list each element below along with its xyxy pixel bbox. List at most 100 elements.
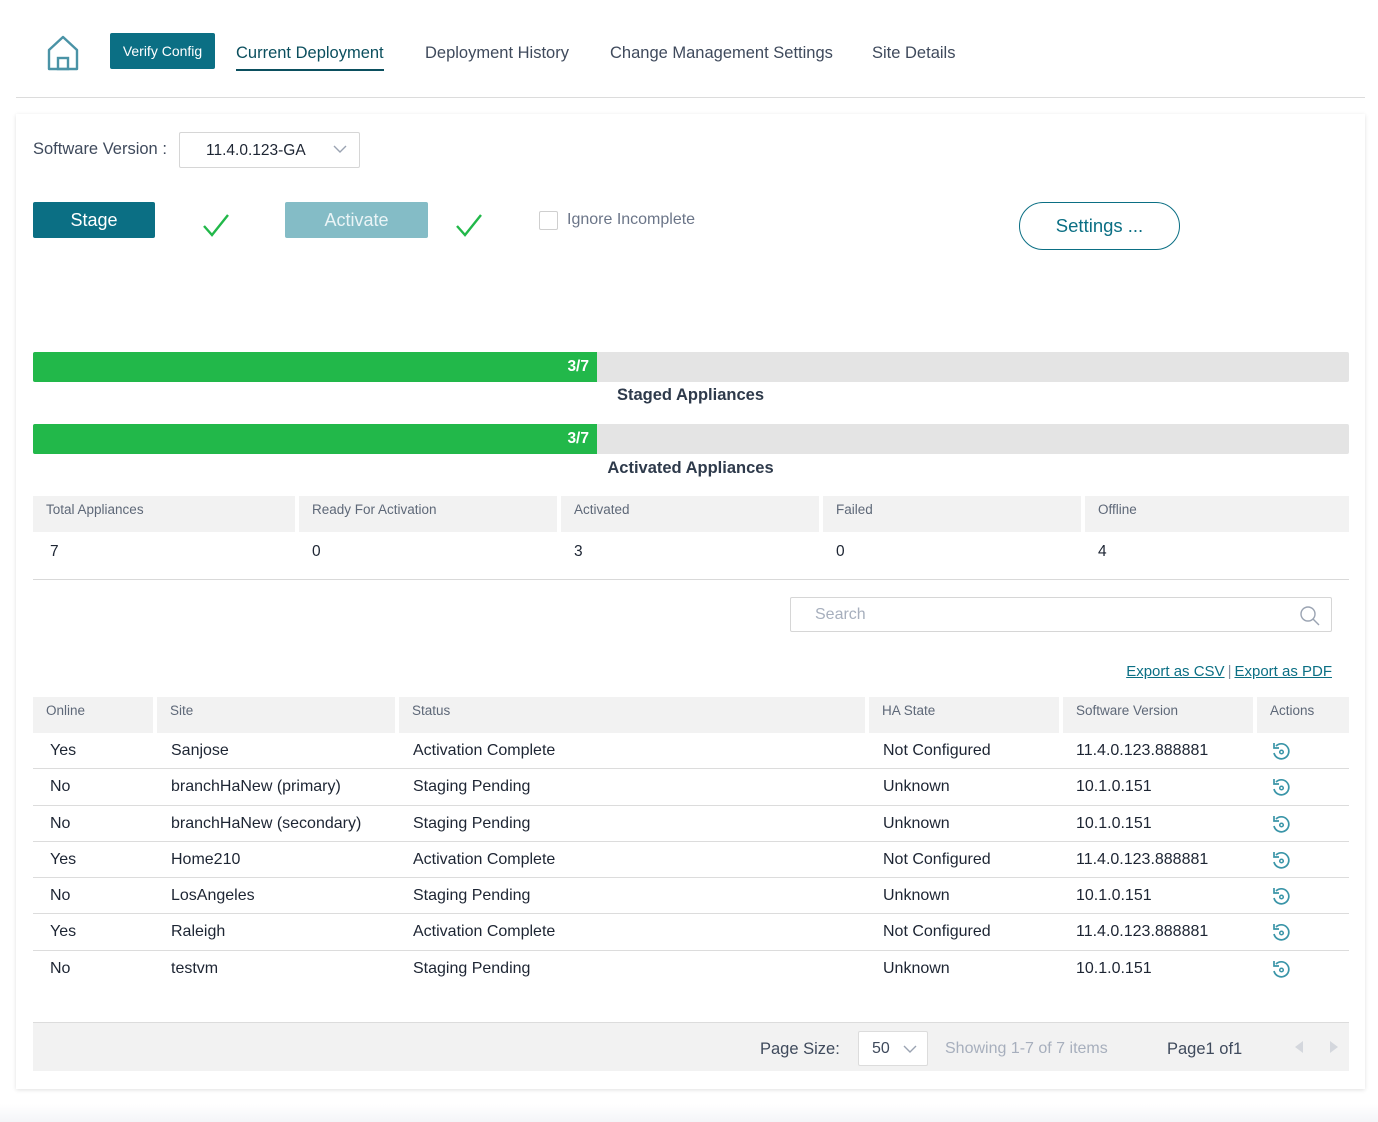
verify-config-button[interactable]: Verify Config [110,33,215,69]
revert-icon[interactable] [1271,886,1291,906]
stat-value: 7 [50,543,59,560]
stat-label: Total Appliances [33,496,295,532]
ignore-incomplete-label: Ignore Incomplete [567,211,696,228]
table-row[interactable]: No branchHaNew (primary) Staging Pending Un… [33,769,1349,806]
cell-online: Yes [50,923,77,941]
revert-icon[interactable] [1271,814,1291,834]
stat-label: Offline [1085,496,1349,532]
revert-icon[interactable] [1271,741,1291,761]
table-row[interactable]: Yes Home210 Activation Complete Not Configu… [33,842,1349,879]
activated-progress-label: Activated Appliances [607,459,774,477]
activate-button[interactable]: Activate [285,202,428,238]
showing-items-text: Showing 1-7 of 7 items [945,1040,1108,1057]
next-page-icon[interactable] [1328,1040,1340,1054]
column-header-online[interactable]: Online [33,697,153,733]
revert-icon[interactable] [1271,959,1291,979]
cell-online: No [50,814,71,832]
cell-site: Sanjose [171,742,229,759]
activated-progress-bar: 3/7 [33,424,1349,454]
tab-change-management-settings[interactable]: Change Management Settings [610,44,833,63]
search-icon[interactable] [1299,605,1321,627]
table-row[interactable]: Yes Raleigh Activation Complete Not Configu… [33,914,1349,951]
search-box [790,597,1332,632]
cell-ha-state: Not Configured [883,923,991,941]
previous-page-icon[interactable] [1293,1040,1305,1054]
search-input[interactable] [791,598,1331,631]
cell-status: Activation Complete [413,850,556,868]
cell-site: branchHaNew (primary) [171,778,341,796]
stage-check-icon [203,214,229,237]
cell-status: Staging Pending [413,814,531,832]
cell-software-version: 10.1.0.151 [1076,814,1152,832]
activate-check-icon [456,214,482,237]
revert-icon[interactable] [1271,922,1291,942]
cell-site: LosAngeles [171,887,255,905]
column-header-site[interactable]: Site [157,697,395,733]
cell-status: Staging Pending [413,778,531,796]
tab-site-details[interactable]: Site Details [872,44,955,63]
cell-software-version: 10.1.0.151 [1076,778,1152,796]
cell-site: Raleigh [171,923,226,941]
software-version-value: 11.4.0.123-GA [206,142,306,159]
table-row[interactable]: Yes Sanjose Activation Complete Not Configu… [33,733,1349,770]
stage-button[interactable]: Stage [33,202,155,238]
page-size-value: 50 [872,1040,890,1057]
stat-label: Ready For Activation [299,496,557,532]
stat-label: Failed [823,496,1081,532]
column-header-status[interactable]: Status [399,697,865,733]
export-links: Export as CSV | Export as PDF [1126,663,1332,680]
cell-online: Yes [50,742,77,759]
column-header-ha-state[interactable]: HA State [869,697,1059,733]
page-size-select[interactable]: 50 [858,1031,928,1066]
staged-progress-label: Staged Appliances [616,386,764,404]
table-row[interactable]: No LosAngeles Staging Pending Unknown 10.1.0… [33,878,1349,915]
staged-progress-fill: 3/7 [33,352,597,382]
pagination-bar: Page Size: 50 Showing 1-7 of 7 items Pag… [33,1022,1349,1071]
stat-value: 4 [1098,543,1107,560]
table-row[interactable]: No testvm Staging Pending Unknown 10.1.0.151 [33,951,1349,987]
stat-value: 0 [836,543,845,560]
table-body: Yes Sanjose Activation Complete Not Configu… [33,733,1349,987]
cell-site: branchHaNew (secondary) [171,814,362,832]
home-icon[interactable] [46,34,80,72]
cell-software-version: 11.4.0.123.888881 [1076,850,1209,868]
tab-deployment-history[interactable]: Deployment History [425,44,569,63]
stat-value: 3 [574,543,583,560]
tab-current-deployment[interactable]: Current Deployment [236,44,384,71]
stat-failed: Failed 0 [823,496,1081,580]
cell-online: No [50,887,71,905]
cell-online: No [50,778,71,796]
cell-ha-state: Not Configured [883,742,991,759]
cell-site: testvm [171,959,219,977]
ignore-incomplete-checkbox[interactable] [539,211,558,230]
column-header-actions: Actions [1257,697,1349,733]
deployment-card: Software Version : 11.4.0.123-GA Stage A… [16,114,1365,1089]
stat-offline: Offline 4 [1085,496,1349,580]
top-nav: Verify Config Current Deployment Deploym… [16,0,1365,98]
revert-icon[interactable] [1271,850,1291,870]
cell-status: Activation Complete [413,742,556,759]
staged-progress-bar: 3/7 [33,352,1349,382]
table-header: Online Site Status HA State Software Ver… [33,697,1349,733]
stat-label: Activated [561,496,819,532]
cell-status: Staging Pending [413,887,531,905]
settings-button[interactable]: Settings ... [1019,202,1180,250]
appliance-stats: Total Appliances 7 Ready For Activation … [33,496,1349,580]
activated-progress-text: 3/7 [567,430,589,447]
export-pdf-link[interactable]: Export as PDF [1234,663,1332,680]
table-row[interactable]: No branchHaNew (secondary) Staging Pending… [33,806,1349,842]
stat-activated: Activated 3 [561,496,819,580]
software-version-select[interactable]: 11.4.0.123-GA [179,132,360,168]
column-header-software-version[interactable]: Software Version [1063,697,1253,733]
export-csv-link[interactable]: Export as CSV [1126,663,1224,680]
stat-total-appliances: Total Appliances 7 [33,496,295,580]
staged-progress-text: 3/7 [567,358,589,375]
cell-software-version: 11.4.0.123.888881 [1076,742,1209,759]
chevron-down-icon [903,1045,917,1053]
revert-icon[interactable] [1271,777,1291,797]
stat-ready-for-activation: Ready For Activation 0 [299,496,557,580]
cell-software-version: 11.4.0.123.888881 [1076,923,1209,941]
cell-software-version: 10.1.0.151 [1076,887,1152,905]
page-footer-strip [0,1104,1378,1122]
cell-ha-state: Unknown [883,959,950,977]
